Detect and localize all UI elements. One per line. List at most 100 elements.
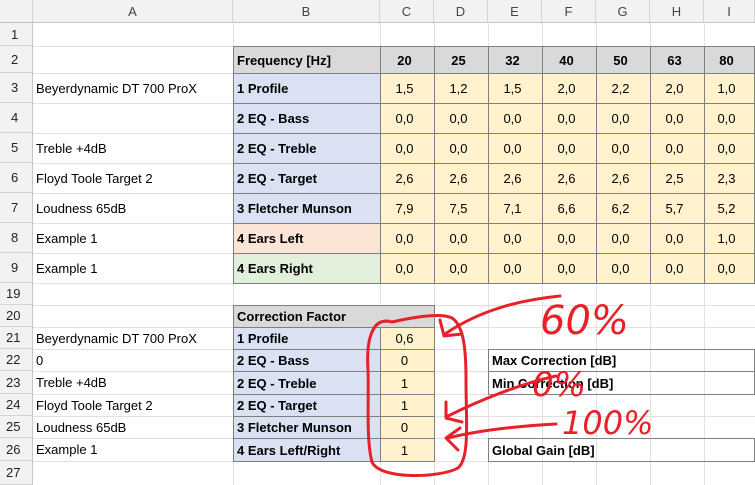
data-cell[interactable]: 0,0 bbox=[488, 103, 543, 134]
corr-value-fletcher-munson[interactable]: 0 bbox=[380, 416, 435, 439]
rowname-profile[interactable]: 1 Profile bbox=[233, 73, 381, 104]
column-header-f[interactable]: F bbox=[542, 0, 596, 23]
data-cell[interactable]: 1,0 bbox=[704, 223, 755, 254]
data-cell[interactable]: 0,0 bbox=[542, 223, 597, 254]
data-cell[interactable]: 0,0 bbox=[434, 103, 489, 134]
data-cell[interactable]: 0,0 bbox=[380, 223, 435, 254]
data-cell[interactable]: 2,2 bbox=[596, 73, 651, 104]
data-cell[interactable]: 0,0 bbox=[704, 103, 755, 134]
data-cell[interactable]: 0,0 bbox=[650, 223, 705, 254]
corr-name-profile[interactable]: 1 Profile bbox=[233, 327, 381, 350]
header-frequency[interactable]: Frequency [Hz] bbox=[233, 46, 381, 74]
data-cell[interactable]: 0,0 bbox=[380, 253, 435, 284]
freq-40[interactable]: 40 bbox=[542, 46, 597, 74]
column-header-a[interactable]: A bbox=[33, 0, 233, 23]
label-global-gain[interactable]: Global Gain [dB] bbox=[488, 438, 755, 462]
corr-name-fletcher-munson[interactable]: 3 Fletcher Munson bbox=[233, 416, 381, 439]
data-cell[interactable]: 7,5 bbox=[434, 193, 489, 224]
corr-label-23[interactable]: Treble +4dB bbox=[33, 371, 233, 394]
corr-value-profile[interactable]: 0,6 bbox=[380, 327, 435, 350]
data-cell[interactable]: 0,0 bbox=[434, 223, 489, 254]
column-header-g[interactable]: G bbox=[596, 0, 650, 23]
data-cell[interactable]: 5,2 bbox=[704, 193, 755, 224]
freq-25[interactable]: 25 bbox=[434, 46, 489, 74]
corr-name-eq-target[interactable]: 2 EQ - Target bbox=[233, 394, 381, 417]
row-header-20[interactable]: 20 bbox=[0, 305, 33, 327]
column-header-h[interactable]: H bbox=[650, 0, 704, 23]
data-cell[interactable]: 1,0 bbox=[704, 73, 755, 104]
data-cell[interactable]: 0,0 bbox=[542, 103, 597, 134]
corr-label-25[interactable]: Loudness 65dB bbox=[33, 416, 233, 438]
freq-32[interactable]: 32 bbox=[488, 46, 543, 74]
data-cell[interactable]: 2,6 bbox=[596, 163, 651, 194]
data-cell[interactable]: 1,5 bbox=[380, 73, 435, 104]
freq-20[interactable]: 20 bbox=[380, 46, 435, 74]
rowname-fletcher-munson[interactable]: 3 Fletcher Munson bbox=[233, 193, 381, 224]
rowname-eq-target[interactable]: 2 EQ - Target bbox=[233, 163, 381, 194]
corr-name-eq-bass[interactable]: 2 EQ - Bass bbox=[233, 349, 381, 372]
corr-label-21[interactable]: Beyerdynamic DT 700 ProX bbox=[33, 327, 233, 349]
data-cell[interactable]: 1,5 bbox=[488, 73, 543, 104]
corr-value-eq-treble[interactable]: 1 bbox=[380, 371, 435, 395]
data-cell[interactable]: 0,0 bbox=[434, 133, 489, 164]
data-cell[interactable]: 7,9 bbox=[380, 193, 435, 224]
corr-value-ears[interactable]: 1 bbox=[380, 438, 435, 462]
row-header-24[interactable]: 24 bbox=[0, 394, 33, 416]
column-header-d[interactable]: D bbox=[434, 0, 488, 23]
label-max-correction[interactable]: Max Correction [dB] bbox=[488, 349, 755, 372]
corner-select-all[interactable] bbox=[0, 0, 33, 23]
data-cell[interactable]: 0,0 bbox=[650, 133, 705, 164]
data-cell[interactable]: 0,0 bbox=[434, 253, 489, 284]
row-header-6[interactable]: 6 bbox=[0, 163, 33, 193]
data-cell[interactable]: 0,0 bbox=[542, 133, 597, 164]
data-cell[interactable]: 2,6 bbox=[488, 163, 543, 194]
data-cell[interactable]: 6,6 bbox=[542, 193, 597, 224]
data-cell[interactable]: 2,6 bbox=[542, 163, 597, 194]
data-cell[interactable]: 0,0 bbox=[704, 253, 755, 284]
data-cell[interactable]: 1,2 bbox=[434, 73, 489, 104]
data-cell[interactable]: 2,3 bbox=[704, 163, 755, 194]
row-header-9[interactable]: 9 bbox=[0, 253, 33, 283]
column-header-e[interactable]: E bbox=[488, 0, 542, 23]
corr-label-24[interactable]: Floyd Toole Target 2 bbox=[33, 394, 233, 416]
row-header-2[interactable]: 2 bbox=[0, 46, 33, 73]
data-cell[interactable]: 0,0 bbox=[704, 133, 755, 164]
row-header-7[interactable]: 7 bbox=[0, 193, 33, 223]
data-cell[interactable]: 0,0 bbox=[488, 133, 543, 164]
label-row3[interactable]: Beyerdynamic DT 700 ProX bbox=[33, 73, 233, 103]
row-header-1[interactable]: 1 bbox=[0, 23, 33, 46]
column-header-c[interactable]: C bbox=[380, 0, 434, 23]
column-header-i[interactable]: I bbox=[704, 0, 755, 23]
freq-80[interactable]: 80 bbox=[704, 46, 755, 74]
data-cell[interactable]: 0,0 bbox=[542, 253, 597, 284]
corr-value-eq-target[interactable]: 1 bbox=[380, 394, 435, 417]
data-cell[interactable]: 2,6 bbox=[380, 163, 435, 194]
data-cell[interactable]: 0,0 bbox=[488, 223, 543, 254]
data-cell[interactable]: 0,0 bbox=[596, 223, 651, 254]
row-header-26[interactable]: 26 bbox=[0, 438, 33, 461]
row-header-19[interactable]: 19 bbox=[0, 283, 33, 305]
label-row4[interactable] bbox=[33, 103, 233, 133]
corr-value-eq-bass[interactable]: 0 bbox=[380, 349, 435, 372]
data-cell[interactable]: 0,0 bbox=[596, 253, 651, 284]
label-row5[interactable]: Treble +4dB bbox=[33, 133, 233, 163]
row-header-5[interactable]: 5 bbox=[0, 133, 33, 163]
rowname-eq-treble[interactable]: 2 EQ - Treble bbox=[233, 133, 381, 164]
data-cell[interactable]: 0,0 bbox=[650, 253, 705, 284]
data-cell[interactable]: 0,0 bbox=[488, 253, 543, 284]
row-header-23[interactable]: 23 bbox=[0, 371, 33, 394]
data-cell[interactable]: 0,0 bbox=[596, 133, 651, 164]
rowname-ears-right[interactable]: 4 Ears Right bbox=[233, 253, 381, 284]
data-cell[interactable]: 0,0 bbox=[380, 103, 435, 134]
data-cell[interactable]: 0,0 bbox=[596, 103, 651, 134]
row-header-4[interactable]: 4 bbox=[0, 103, 33, 133]
row-header-27[interactable]: 27 bbox=[0, 461, 33, 485]
label-row8[interactable]: Example 1 bbox=[33, 223, 233, 253]
label-row9[interactable]: Example 1 bbox=[33, 253, 233, 283]
row-header-25[interactable]: 25 bbox=[0, 416, 33, 438]
column-header-b[interactable]: B bbox=[233, 0, 380, 23]
data-cell[interactable]: 0,0 bbox=[650, 103, 705, 134]
corr-name-ears[interactable]: 4 Ears Left/Right bbox=[233, 438, 381, 462]
corr-label-26[interactable]: Example 1 bbox=[33, 438, 233, 461]
row-header-3[interactable]: 3 bbox=[0, 73, 33, 103]
